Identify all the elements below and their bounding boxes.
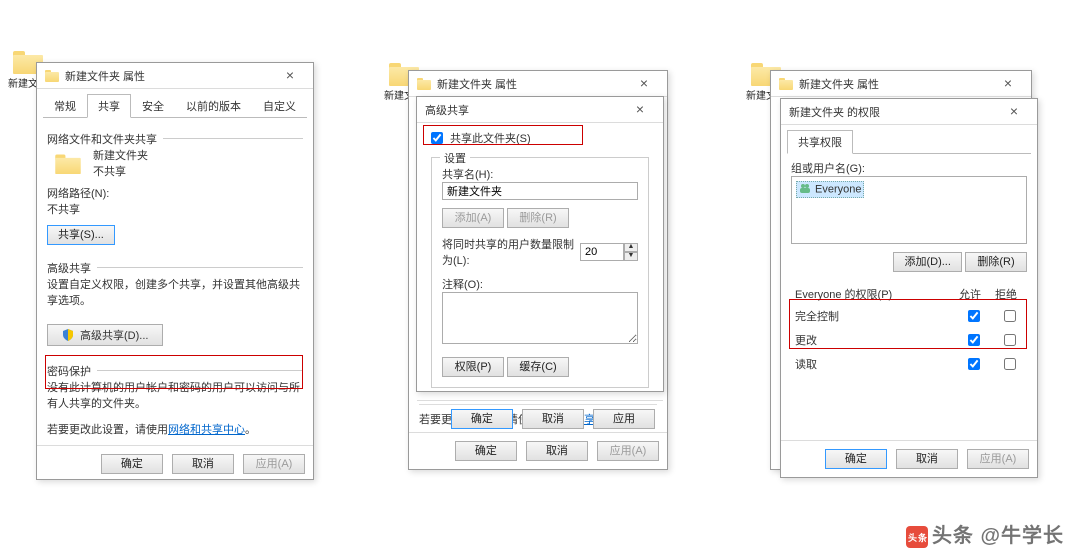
pw-heading: 密码保护 — [47, 363, 97, 379]
close-icon[interactable]: × — [273, 66, 307, 86]
share-checkbox[interactable] — [431, 132, 443, 144]
cache-button[interactable]: 缓存(C) — [507, 357, 569, 377]
pw-text: 没有此计算机的用户帐户和密码的用户可以访问与所有人共享的文件夹。 — [47, 379, 303, 411]
tab-general[interactable]: 常规 — [43, 94, 87, 118]
apply-button[interactable]: 应用(A) — [967, 449, 1029, 469]
folder-icon — [55, 152, 81, 174]
cancel-button[interactable]: 取消 — [526, 441, 588, 461]
dialog-title: 高级共享 — [425, 102, 469, 118]
advanced-share-dialog: 高级共享 × 共享此文件夹(S) 设置 共享名(H): 添加(A) 删除(R) … — [416, 96, 664, 392]
remove-button[interactable]: 删除(R) — [965, 252, 1027, 272]
perm-header: Everyone 的权限(P) — [791, 284, 955, 304]
ok-button[interactable]: 确定 — [825, 449, 887, 469]
tab-previous[interactable]: 以前的版本 — [175, 94, 252, 118]
close-icon[interactable]: × — [991, 74, 1025, 94]
apply-button[interactable]: 应用 — [593, 409, 655, 429]
cancel-button[interactable]: 取消 — [522, 409, 584, 429]
table-row: 更改 — [791, 328, 1027, 352]
tab-sharing[interactable]: 共享 — [87, 94, 131, 118]
shield-icon — [62, 329, 74, 341]
tab-share-perms[interactable]: 共享权限 — [787, 130, 853, 154]
dialog-title: 新建文件夹 属性 — [799, 76, 879, 92]
dialog-title: 新建文件夹 属性 — [65, 68, 145, 84]
advanced-share-button[interactable]: 高级共享(D)... — [47, 324, 163, 346]
group-user-label: 组或用户名(G): — [791, 160, 1027, 176]
netpath-label: 网络路径(N): — [47, 185, 303, 201]
netshare-heading: 网络文件和文件夹共享 — [47, 131, 163, 147]
pw-link-line: 若要更改此设置，请使用网络和共享中心。 — [47, 421, 303, 437]
tab-custom[interactable]: 自定义 — [252, 94, 307, 118]
spin-down-icon[interactable]: ▼ — [624, 252, 638, 261]
ok-button[interactable]: 确定 — [101, 454, 163, 474]
add-button[interactable]: 添加(D)... — [893, 252, 961, 272]
permission-table: Everyone 的权限(P) 允许 拒绝 完全控制 更改 读取 — [791, 284, 1027, 376]
settings-legend: 设置 — [440, 150, 470, 166]
allow-change-checkbox[interactable] — [968, 334, 980, 346]
permissions-dialog: 新建文件夹 的权限 × 共享权限 组或用户名(G): Everyone 添加(D… — [780, 98, 1038, 478]
limit-input[interactable] — [580, 243, 624, 261]
not-shared-text: 不共享 — [93, 163, 148, 179]
folder-icon — [779, 78, 793, 90]
dialog-title: 新建文件夹 属性 — [437, 76, 517, 92]
comment-input[interactable] — [442, 292, 638, 344]
deny-full-checkbox[interactable] — [1004, 310, 1016, 322]
list-item[interactable]: Everyone — [796, 181, 864, 198]
permissions-button[interactable]: 权限(P) — [442, 357, 504, 377]
apply-button[interactable]: 应用(A) — [243, 454, 305, 474]
close-icon[interactable]: × — [627, 74, 661, 94]
table-row: 读取 — [791, 352, 1027, 376]
users-icon — [799, 183, 811, 196]
close-icon[interactable]: × — [623, 100, 657, 120]
col-allow: 允许 — [955, 284, 991, 304]
share-button[interactable]: 共享(S)... — [47, 225, 115, 245]
comment-label: 注释(O): — [442, 276, 638, 292]
cancel-button[interactable]: 取消 — [896, 449, 958, 469]
folder-icon — [45, 70, 59, 82]
user-list[interactable]: Everyone — [791, 176, 1027, 244]
allow-full-checkbox[interactable] — [968, 310, 980, 322]
adv-heading: 高级共享 — [47, 260, 97, 276]
col-deny: 拒绝 — [991, 284, 1027, 304]
spin-up-icon[interactable]: ▲ — [624, 243, 638, 252]
allow-read-checkbox[interactable] — [968, 358, 980, 370]
tab-security[interactable]: 安全 — [131, 94, 175, 118]
sharename-input[interactable] — [442, 182, 638, 200]
folder-icon — [417, 78, 431, 90]
deny-read-checkbox[interactable] — [1004, 358, 1016, 370]
watermark: 头条 @牛学长 — [906, 519, 1064, 548]
toutiao-logo-icon — [906, 526, 928, 548]
ok-button[interactable]: 确定 — [455, 441, 517, 461]
limit-label: 将同时共享的用户数量限制为(L): — [442, 236, 580, 268]
add-button[interactable]: 添加(A) — [442, 208, 504, 228]
adv-desc: 设置自定义权限，创建多个共享，并设置其他高级共享选项。 — [47, 276, 303, 308]
limit-spinner[interactable]: ▲▼ — [580, 243, 638, 261]
ok-button[interactable]: 确定 — [451, 409, 513, 429]
sharename-label: 共享名(H): — [442, 166, 638, 182]
deny-change-checkbox[interactable] — [1004, 334, 1016, 346]
properties-dialog: 新建文件夹 属性 × 常规 共享 安全 以前的版本 自定义 网络文件和文件夹共享… — [36, 62, 314, 480]
table-row: 完全控制 — [791, 304, 1027, 328]
dialog-title: 新建文件夹 的权限 — [789, 104, 880, 120]
close-icon[interactable]: × — [997, 102, 1031, 122]
remove-button[interactable]: 删除(R) — [507, 208, 569, 228]
advanced-share-label: 高级共享(D)... — [80, 327, 148, 343]
netpath-value: 不共享 — [47, 201, 303, 217]
cancel-button[interactable]: 取消 — [172, 454, 234, 474]
network-center-link[interactable]: 网络和共享中心 — [168, 424, 245, 436]
apply-button[interactable]: 应用(A) — [597, 441, 659, 461]
folder-name: 新建文件夹 — [93, 147, 148, 163]
share-this-folder[interactable]: 共享此文件夹(S) — [427, 129, 653, 147]
